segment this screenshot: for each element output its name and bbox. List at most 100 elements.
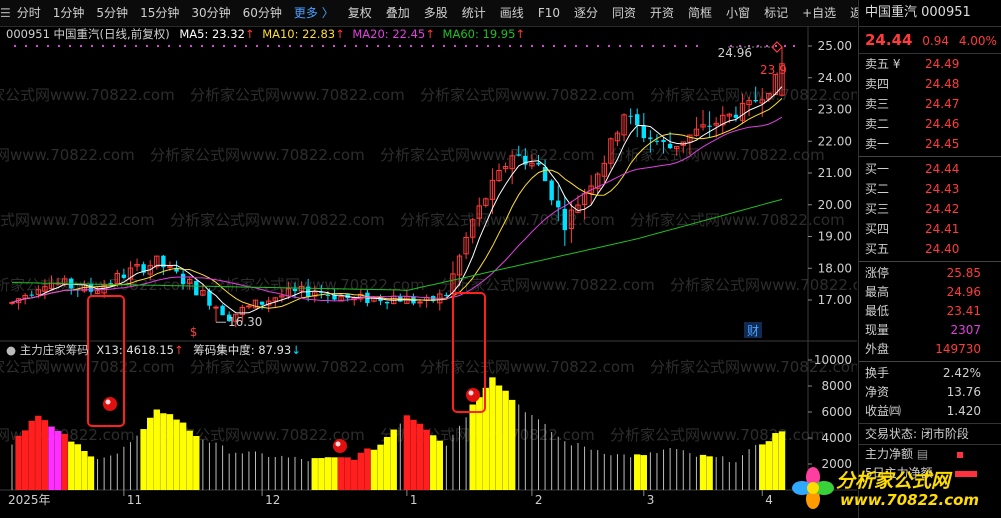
candle-body — [213, 306, 219, 309]
open-fund-button[interactable]: 开资 — [644, 0, 680, 26]
sub-toggle-icon[interactable]: ● — [6, 343, 16, 357]
candle-body — [444, 295, 449, 297]
sub-tick-label: 6000 — [821, 405, 852, 419]
tab-60min[interactable]: 60分钟 — [237, 0, 288, 26]
indicator-name[interactable]: 主力庄家筹码 — [20, 343, 89, 357]
row-label: 卖二 — [865, 117, 890, 131]
sub-bar — [377, 444, 384, 490]
dot — [608, 45, 610, 47]
candle-body — [536, 162, 541, 165]
dot — [69, 45, 71, 47]
tab-more[interactable]: 更多 〉 — [288, 0, 340, 26]
row-value: 25.85 — [946, 266, 981, 280]
dot — [146, 45, 148, 47]
same-fund-button[interactable]: 同资 — [606, 0, 642, 26]
dot — [586, 45, 588, 47]
sub-bar — [28, 420, 35, 490]
x13-value: X13: 4618.15 — [96, 343, 174, 357]
candle-body — [648, 137, 653, 139]
sub-bar — [344, 457, 351, 490]
watermark-text: 分析家公式网www.70822.com — [190, 86, 405, 104]
candle-body — [29, 294, 34, 296]
row-label: 买三 — [865, 202, 890, 216]
candle-body — [667, 143, 673, 149]
row-value: 24.47 — [925, 97, 960, 111]
ma10-value: MA10: 22.83 — [262, 27, 336, 41]
dot — [531, 45, 533, 47]
dot — [212, 45, 214, 47]
stats-divider — [859, 361, 1001, 362]
row-value: 24.42 — [925, 202, 960, 216]
price-tick-label: 17.00 — [818, 293, 852, 307]
f10-button[interactable]: F10 — [532, 0, 566, 26]
dot — [498, 45, 500, 47]
add-watchlist-button[interactable]: +自选 — [796, 0, 842, 26]
tab-1min[interactable]: 1分钟 — [47, 0, 91, 26]
last-price: 24.44 — [865, 31, 913, 49]
sub-bar — [74, 444, 82, 490]
small-window-button[interactable]: 小窗 — [720, 0, 756, 26]
dot — [201, 45, 203, 47]
signal-ball-icon — [466, 388, 480, 402]
kline-chart[interactable]: 分析家公式网www.70822.com 分析家公式网www.70822.com 分析… — [0, 27, 857, 518]
candle-body — [384, 301, 390, 304]
ma60-value: MA60: 19.95 — [442, 27, 516, 41]
stat2-row: 换手 2.42% — [859, 364, 1001, 383]
multi-stock-button[interactable]: 多股 — [418, 0, 454, 26]
low-price-label: 16.30 — [228, 315, 262, 329]
concentration-value: 筹码集中度: 87.93 — [193, 343, 292, 357]
main-flow-bar — [957, 452, 963, 458]
date-label: 4 — [765, 493, 773, 507]
tab-fenshi[interactable]: 分时 — [11, 0, 47, 26]
ask-row: 卖三 24.47 — [859, 94, 1001, 114]
tick-button[interactable]: 逐分 — [568, 0, 604, 26]
simple-frame-button[interactable]: 简框 — [682, 0, 718, 26]
sub-bar — [489, 377, 496, 490]
row-value: 2307 — [950, 323, 981, 337]
main-flow-label: 主力净额 — [865, 447, 914, 461]
tab-30min[interactable]: 30分钟 — [185, 0, 236, 26]
candle-body — [417, 301, 423, 304]
candle-body — [194, 281, 199, 296]
sub-bar — [634, 454, 641, 490]
sub-bar — [160, 413, 167, 490]
menu-icon[interactable]: ☰ — [0, 0, 11, 26]
candle-body — [628, 115, 633, 117]
fuquan-button[interactable]: 复权 — [342, 0, 378, 26]
dot — [641, 45, 643, 47]
sub-bar — [81, 451, 88, 490]
watermark-text: 分析家公式网www.70822.com — [0, 86, 175, 104]
sub-bar — [403, 415, 411, 490]
dot — [179, 45, 181, 47]
dot — [113, 45, 115, 47]
row-label: 最低 — [865, 304, 890, 318]
date-label: 3 — [647, 493, 655, 507]
draw-line-button[interactable]: 画线 — [494, 0, 530, 26]
mark-button[interactable]: 标记 — [758, 0, 794, 26]
last-price-label: 23.9 — [760, 63, 787, 77]
dot — [674, 45, 676, 47]
sub-bar — [351, 459, 358, 490]
stat-list: 涨停 25.85 最高 24.96 最低 23.41 现量 2307 外盘 149730 — [859, 264, 1001, 359]
watermark-text: 分析家公式网www.70822.com — [0, 146, 135, 164]
dot — [421, 45, 423, 47]
table-icon[interactable]: ▤ — [917, 447, 928, 461]
watermark-text: 分析家公式网www.70822.com — [170, 211, 385, 229]
candle-body — [325, 294, 331, 296]
overlay-button[interactable]: 叠加 — [380, 0, 416, 26]
stat-row: 现量 2307 — [859, 321, 1001, 340]
sub-bar — [61, 433, 68, 490]
sub-bar — [87, 456, 95, 490]
row-label: 买二 — [865, 182, 890, 196]
stats-button[interactable]: 统计 — [456, 0, 492, 26]
dot — [366, 45, 368, 47]
dot — [157, 45, 159, 47]
sub-bar — [193, 435, 200, 490]
sub-bar — [495, 385, 503, 490]
tab-5min[interactable]: 5分钟 — [90, 0, 134, 26]
row-value: 149730 — [935, 342, 981, 356]
tab-15min[interactable]: 15分钟 — [134, 0, 185, 26]
row-value: 24.96 — [946, 285, 981, 299]
candle-body — [556, 200, 561, 208]
sub-tick-label: 8000 — [821, 379, 852, 393]
